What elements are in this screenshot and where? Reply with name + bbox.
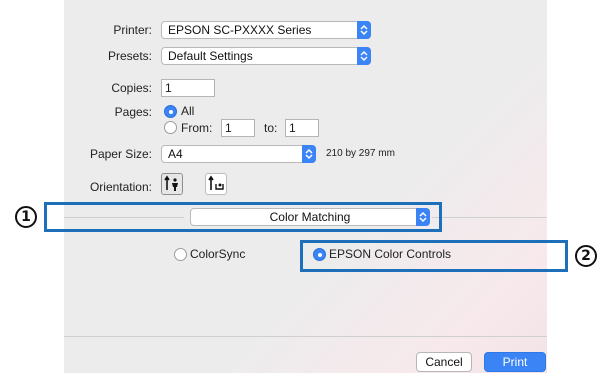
- printer-popup[interactable]: EPSON SC-PXXXX Series: [161, 21, 371, 39]
- colorsync-radio[interactable]: [174, 248, 187, 261]
- pages-to-label: to:: [264, 121, 278, 135]
- orientation-landscape-button[interactable]: [205, 173, 227, 195]
- presets-label: Presets:: [107, 49, 152, 63]
- presets-value: Default Settings: [168, 49, 253, 63]
- chevron-updown-icon: [357, 47, 371, 65]
- paper-size-popup[interactable]: A4: [161, 145, 316, 163]
- presets-popup[interactable]: Default Settings: [161, 47, 371, 65]
- printer-value: EPSON SC-PXXXX Series: [168, 23, 312, 37]
- callout-box-1: [44, 202, 442, 232]
- pages-from-field[interactable]: 1: [221, 119, 255, 137]
- pages-label: Pages:: [114, 105, 152, 119]
- chevron-updown-icon: [302, 145, 316, 163]
- copies-label: Copies:: [111, 81, 152, 95]
- pages-to-field[interactable]: 1: [285, 119, 319, 137]
- portrait-icon: [164, 175, 178, 191]
- copies-field[interactable]: 1: [161, 79, 215, 97]
- pages-from-radio[interactable]: [164, 121, 177, 134]
- orientation-label: Orientation:: [89, 180, 152, 194]
- cancel-button[interactable]: Cancel: [416, 352, 472, 372]
- printer-label: Printer:: [113, 23, 152, 37]
- paper-size-dimensions: 210 by 297 mm: [326, 148, 395, 159]
- paper-size-value: A4: [168, 147, 183, 161]
- callout-number-2: 2: [575, 245, 597, 267]
- print-button[interactable]: Print: [484, 352, 546, 372]
- chevron-updown-icon: [357, 21, 371, 39]
- pages-from-label: From:: [181, 121, 213, 135]
- landscape-icon: [208, 175, 224, 190]
- callout-number-1: 1: [15, 206, 37, 228]
- paper-size-label: Paper Size:: [89, 147, 152, 161]
- pages-all-radio[interactable]: [164, 105, 177, 118]
- panel-separator-right: [432, 217, 547, 218]
- colorsync-label: ColorSync: [190, 247, 246, 261]
- orientation-portrait-button[interactable]: [161, 173, 183, 195]
- callout-box-2: [300, 240, 568, 272]
- pages-all-label: All: [181, 104, 195, 118]
- bottom-separator: [64, 336, 547, 337]
